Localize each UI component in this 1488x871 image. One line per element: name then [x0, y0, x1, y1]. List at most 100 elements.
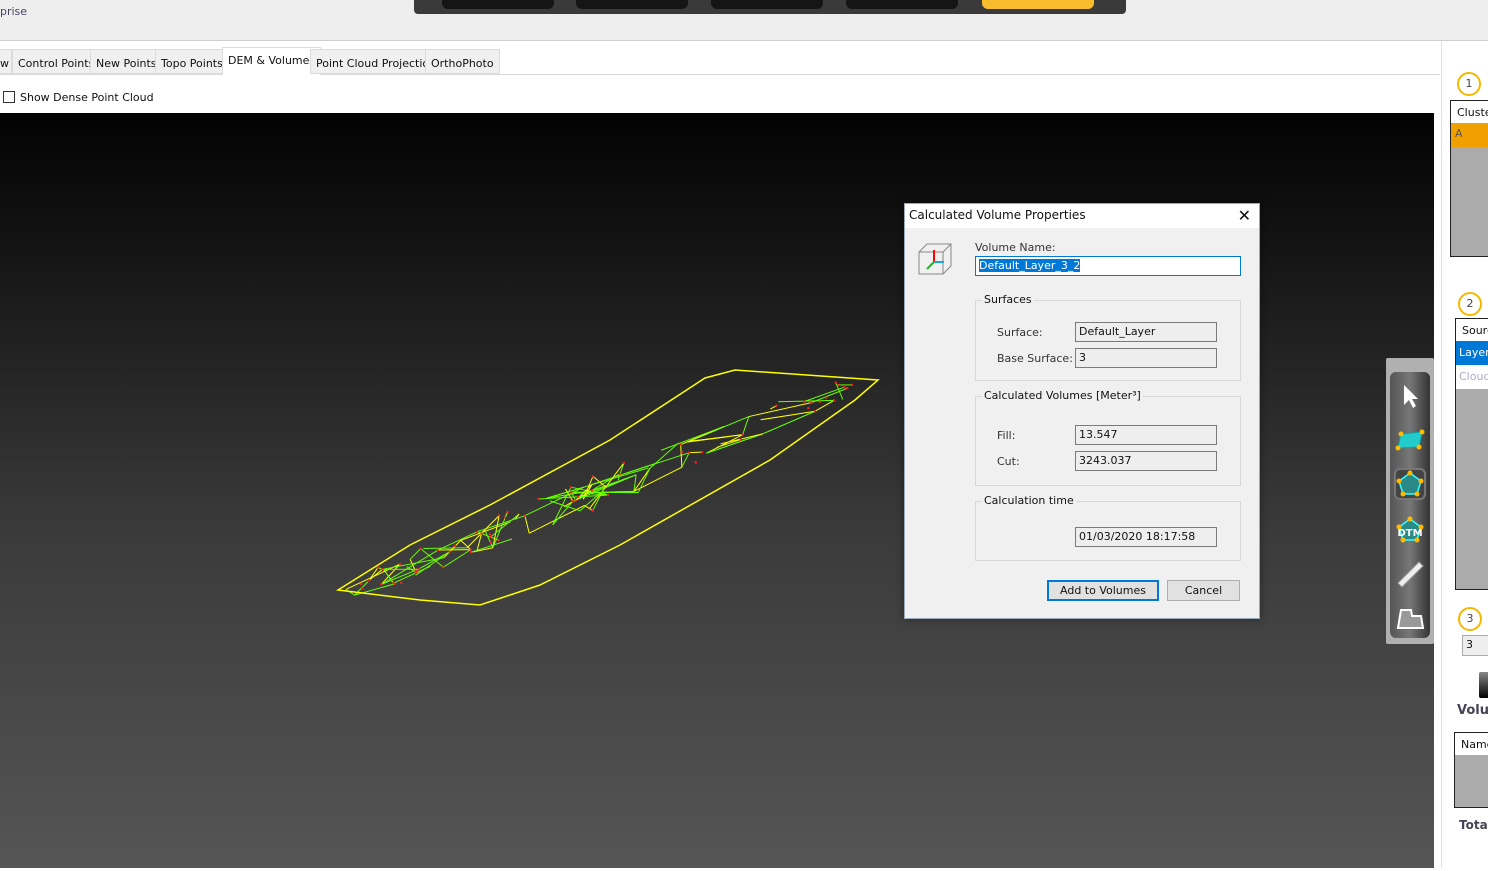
mesh-point [448, 551, 450, 553]
svg-text:DTM: DTM [1397, 528, 1422, 539]
right-panel: 1 Cluste A 2 Sourc Layer Cloud 3 3 Volu … [1441, 41, 1488, 868]
tab-dem-volumes[interactable]: DEM & Volumes [222, 47, 321, 75]
mesh-point [489, 533, 491, 535]
volumes-list[interactable]: Name [1454, 732, 1488, 808]
surfaces-group: Surfaces Surface: Default_Layer Base Sur… [975, 300, 1241, 381]
mesh-point [489, 536, 491, 538]
mesh-point [418, 568, 420, 570]
volume-cube-icon [917, 242, 953, 276]
mesh-point [619, 473, 621, 475]
mesh-edge [717, 439, 741, 447]
tab-point-cloud-projection[interactable]: Point Cloud Projection [310, 49, 442, 74]
tab-overview[interactable]: w [0, 49, 12, 74]
mesh-point [394, 583, 396, 585]
calculated-volumes-group-label: Calculated Volumes [Meter³] [982, 389, 1143, 402]
mesh-edge [749, 403, 811, 417]
mesh-point [476, 531, 478, 533]
mesh-point [442, 566, 444, 568]
polygon-volume-icon[interactable] [1394, 468, 1426, 500]
mesh-point [381, 568, 383, 570]
source-header: Sourc [1456, 319, 1488, 341]
mesh-point [368, 579, 370, 581]
cluster-list[interactable]: Cluste A [1450, 100, 1488, 257]
mode-button[interactable] [846, 0, 958, 9]
mode-button-active[interactable] [982, 0, 1094, 9]
dialog-title: Calculated Volume Properties [905, 204, 1259, 228]
calculated-volumes-group: Calculated Volumes [Meter³] Fill: 13.547… [975, 396, 1241, 486]
source-row-layer[interactable]: Layer [1456, 341, 1488, 365]
mesh-point [803, 400, 805, 402]
mesh-edge [815, 400, 834, 411]
mesh-edge [381, 550, 438, 584]
mesh-point [470, 551, 472, 553]
tool-palette: DTM [1386, 358, 1434, 644]
brand-text: prise [0, 5, 27, 18]
mesh-point [454, 545, 456, 547]
volumes-heading: Volu [1457, 703, 1488, 718]
cluster-row[interactable]: A [1451, 123, 1488, 147]
color-swatch[interactable] [1479, 672, 1488, 698]
mesh-point [470, 548, 472, 550]
mesh-point [570, 491, 572, 493]
tab-new-points[interactable]: New Points [90, 49, 163, 74]
source-row-cloud[interactable]: Cloud [1456, 365, 1488, 389]
mesh-surface-icon[interactable] [1394, 424, 1426, 456]
step-3-field[interactable]: 3 [1462, 635, 1488, 656]
close-icon[interactable]: ✕ [1238, 206, 1251, 225]
mesh-point [490, 541, 492, 543]
mesh-point [574, 499, 576, 501]
mesh-point [537, 498, 539, 500]
mesh-point [701, 451, 703, 453]
mesh-edge [804, 387, 844, 401]
mesh-point [835, 382, 837, 384]
surface-field: Default_Layer [1075, 322, 1217, 342]
dtm-icon[interactable]: DTM [1394, 514, 1426, 546]
mode-button[interactable] [442, 0, 554, 9]
mesh-point [400, 582, 402, 584]
mesh-point [360, 583, 362, 585]
mesh-point [695, 461, 697, 463]
mode-button[interactable] [711, 0, 823, 9]
show-dense-point-cloud-checkbox[interactable] [3, 91, 15, 103]
mesh-edge [423, 548, 467, 549]
mesh-point [741, 433, 743, 435]
mesh-point [846, 387, 848, 389]
mesh-edge [618, 463, 624, 480]
add-to-volumes-button[interactable]: Add to Volumes [1047, 580, 1159, 601]
show-dense-point-cloud-label: Show Dense Point Cloud [20, 91, 154, 104]
mesh-edge [477, 516, 525, 532]
mesh-point [851, 384, 853, 386]
fill-field: 13.547 [1075, 425, 1217, 445]
mesh-point [480, 533, 482, 535]
mesh-point [681, 451, 683, 453]
tab-topo-points[interactable]: Topo Points [155, 49, 229, 74]
pointer-icon[interactable] [1394, 380, 1426, 412]
mesh-edge [438, 532, 477, 550]
mesh-point [506, 511, 508, 513]
base-surface-label: Base Surface: [997, 352, 1073, 365]
mesh-point [377, 566, 379, 568]
mesh-point [419, 547, 421, 549]
mesh-point [524, 514, 526, 516]
mesh-edge [689, 452, 702, 453]
area-profile-icon[interactable] [1394, 602, 1426, 634]
cancel-button[interactable]: Cancel [1167, 580, 1240, 601]
surface-label: Surface: [997, 326, 1043, 339]
mesh-point [810, 401, 812, 403]
mesh-edge [461, 522, 511, 541]
ruler-icon[interactable] [1394, 558, 1426, 590]
mesh-point [833, 399, 835, 401]
source-list[interactable]: Sourc Layer Cloud [1455, 318, 1488, 590]
mesh-point [497, 539, 499, 541]
volume-name-value: Default_Layer_3_2 [979, 259, 1080, 272]
mesh-point [572, 500, 574, 502]
cluster-header: Cluste [1451, 101, 1488, 123]
tab-control-points[interactable]: Control Points [12, 49, 100, 74]
mesh-point [380, 583, 382, 585]
volume-name-input[interactable]: Default_Layer_3_2 [975, 256, 1241, 276]
mode-button[interactable] [576, 0, 688, 9]
mesh-edge [382, 558, 443, 570]
tab-orthophoto[interactable]: OrthoPhoto [425, 49, 500, 74]
mesh-point [592, 509, 594, 511]
step-3-badge: 3 [1458, 607, 1482, 631]
